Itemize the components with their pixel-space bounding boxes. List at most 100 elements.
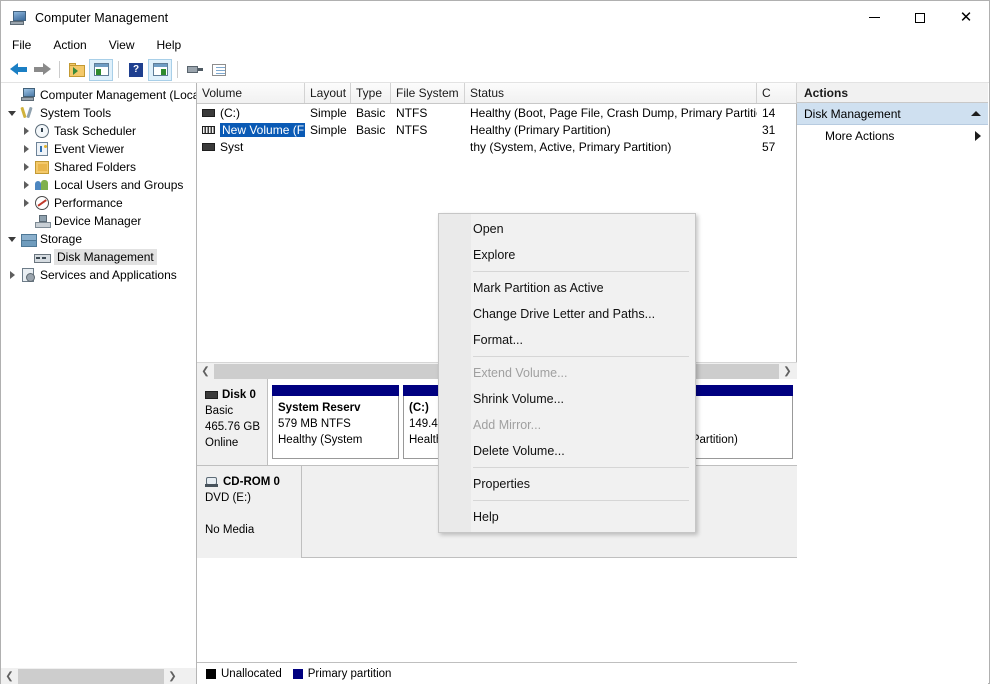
chevron-down-icon[interactable]	[5, 231, 19, 247]
volume-context-menu: Open Explore Mark Partition as Active Ch…	[438, 213, 696, 533]
column-header-layout[interactable]: Layout	[305, 83, 351, 103]
tree-item-label: Shared Folders	[54, 160, 137, 174]
actions-group-disk-management[interactable]: Disk Management	[797, 103, 988, 125]
tree-item-storage[interactable]: Storage	[1, 230, 196, 248]
tree-item-label: Task Scheduler	[54, 124, 137, 138]
disk-title: CD-ROM 0	[205, 474, 295, 490]
partition-system-reserved[interactable]: System Reserv 579 MB NTFS Healthy (Syste…	[272, 385, 399, 459]
chevron-up-icon[interactable]	[971, 111, 981, 116]
menu-view[interactable]: View	[98, 35, 146, 55]
chevron-right-icon[interactable]	[19, 195, 33, 211]
minimize-button[interactable]	[851, 1, 897, 34]
toolbar: ?	[1, 57, 989, 83]
cell-capacity: 14	[762, 105, 776, 120]
tree-item-shared-folders[interactable]: Shared Folders	[1, 158, 196, 176]
table-row[interactable]: Syst thy (System, Active, Primary Partit…	[197, 138, 797, 155]
menu-help[interactable]: Help	[146, 35, 193, 55]
back-arrow-icon[interactable]	[6, 59, 30, 81]
volume-list-rows: (C:) Simple Basic NTFS Healthy (Boot, Pa…	[197, 104, 797, 155]
disk-state: Online	[205, 437, 239, 449]
show-hide-console-tree-icon[interactable]	[89, 58, 113, 81]
device-manager-icon	[33, 213, 51, 229]
chevron-right-icon[interactable]	[19, 177, 33, 193]
scroll-thumb[interactable]	[18, 668, 164, 684]
context-menu-item-explore[interactable]: Explore	[439, 242, 695, 268]
disk-title: Disk 0	[205, 387, 261, 403]
actions-item-more-actions[interactable]: More Actions	[797, 125, 988, 147]
tree-item-task-scheduler[interactable]: Task Scheduler	[1, 122, 196, 140]
table-row[interactable]: New Volume (F:) Simple Basic NTFS Health…	[197, 121, 797, 138]
primary-partition-swatch-icon	[292, 668, 303, 679]
help-icon[interactable]: ?	[124, 59, 148, 81]
disk-info-cdrom0[interactable]: CD-ROM 0 DVD (E:) No Media	[197, 466, 302, 558]
tree-item-system-tools[interactable]: System Tools	[1, 104, 196, 122]
tree-item-label: Computer Management (Local	[40, 88, 196, 102]
disk-size-spacer	[205, 506, 295, 522]
chevron-right-icon[interactable]	[5, 267, 19, 283]
partition-capacity-bar	[272, 385, 399, 396]
disk-info-disk0[interactable]: Disk 0 Basic 465.76 GB Online	[197, 379, 268, 465]
context-menu-separator	[473, 467, 689, 468]
column-header-volume[interactable]: Volume	[197, 83, 305, 103]
context-menu-item-properties[interactable]: Properties	[439, 471, 695, 497]
cell-type: Basic	[356, 122, 386, 137]
tree-item-event-viewer[interactable]: Event Viewer	[1, 140, 196, 158]
rescan-disks-icon[interactable]	[183, 59, 207, 81]
close-button[interactable]: ✕	[943, 1, 989, 34]
show-hide-action-pane-icon[interactable]	[148, 58, 172, 81]
partition-body: System Reserv 579 MB NTFS Healthy (Syste…	[273, 396, 398, 452]
context-menu-separator	[473, 356, 689, 357]
tree-item-device-manager[interactable]: Device Manager	[1, 212, 196, 230]
tree-item-performance[interactable]: Performance	[1, 194, 196, 212]
chevron-right-icon[interactable]	[19, 159, 33, 175]
context-menu-item-open[interactable]: Open	[439, 216, 695, 242]
context-menu-item-delete-volume[interactable]: Delete Volume...	[439, 438, 695, 464]
maximize-button[interactable]	[897, 1, 943, 34]
chevron-none-icon	[5, 87, 19, 103]
column-header-capacity[interactable]: C	[757, 83, 797, 103]
cell-status: Healthy (Primary Partition)	[470, 122, 611, 137]
cell-capacity: 31	[762, 122, 776, 137]
context-menu-item-help[interactable]: Help	[439, 504, 695, 530]
column-header-status[interactable]: Status	[465, 83, 757, 103]
tree-item-disk-management[interactable]: Disk Management	[1, 248, 196, 266]
scroll-right-arrow-icon[interactable]: ❯	[779, 363, 796, 380]
chevron-right-icon[interactable]	[19, 123, 33, 139]
shared-folders-icon	[33, 159, 51, 175]
context-menu-item-change-drive-letter-and-paths[interactable]: Change Drive Letter and Paths...	[439, 301, 695, 327]
forward-arrow-icon[interactable]	[30, 59, 54, 81]
menu-action[interactable]: Action	[42, 35, 97, 55]
scroll-left-arrow-icon[interactable]: ❮	[197, 363, 214, 380]
tree-item-services-and-applications[interactable]: Services and Applications	[1, 266, 196, 284]
context-menu-item-format[interactable]: Format...	[439, 327, 695, 353]
cell-layout: Simple	[310, 105, 347, 120]
tree-horizontal-scrollbar[interactable]: ❮ ❯	[1, 667, 196, 684]
console-tree-pane: Computer Management (Local System Tools …	[1, 83, 197, 684]
actions-pane: Actions Disk Management More Actions	[797, 83, 988, 684]
disk-name: Disk 0	[222, 389, 256, 401]
tree-item-local-users-and-groups[interactable]: Local Users and Groups	[1, 176, 196, 194]
event-viewer-icon	[33, 141, 51, 157]
legend-item-primary-partition: Primary partition	[292, 668, 391, 680]
tree-item-label: Device Manager	[54, 214, 142, 228]
scroll-right-arrow-icon[interactable]: ❯	[164, 668, 181, 684]
main-body: Computer Management (Local System Tools …	[1, 83, 989, 684]
context-menu-item-shrink-volume[interactable]: Shrink Volume...	[439, 386, 695, 412]
menu-file[interactable]: File	[1, 35, 42, 55]
chevron-down-icon[interactable]	[5, 105, 19, 121]
properties-list-icon[interactable]	[207, 59, 231, 81]
context-menu-item-mark-partition-as-active[interactable]: Mark Partition as Active	[439, 275, 695, 301]
partition-name: System Reserv	[278, 402, 361, 414]
table-row[interactable]: (C:) Simple Basic NTFS Healthy (Boot, Pa…	[197, 104, 797, 121]
scroll-left-arrow-icon[interactable]: ❮	[1, 668, 18, 684]
legend-item-unallocated: Unallocated	[206, 668, 282, 680]
cell-volume-label: Syst	[220, 139, 244, 154]
up-folder-icon[interactable]	[65, 59, 89, 81]
chevron-none-icon	[19, 213, 33, 229]
chevron-right-icon[interactable]	[19, 141, 33, 157]
column-header-type[interactable]: Type	[351, 83, 391, 103]
volume-bar-icon	[202, 142, 215, 151]
column-header-file-system[interactable]: File System	[391, 83, 465, 103]
tree-item-computer-management[interactable]: Computer Management (Local	[1, 86, 196, 104]
cell-volume-label: (C:)	[220, 105, 240, 120]
